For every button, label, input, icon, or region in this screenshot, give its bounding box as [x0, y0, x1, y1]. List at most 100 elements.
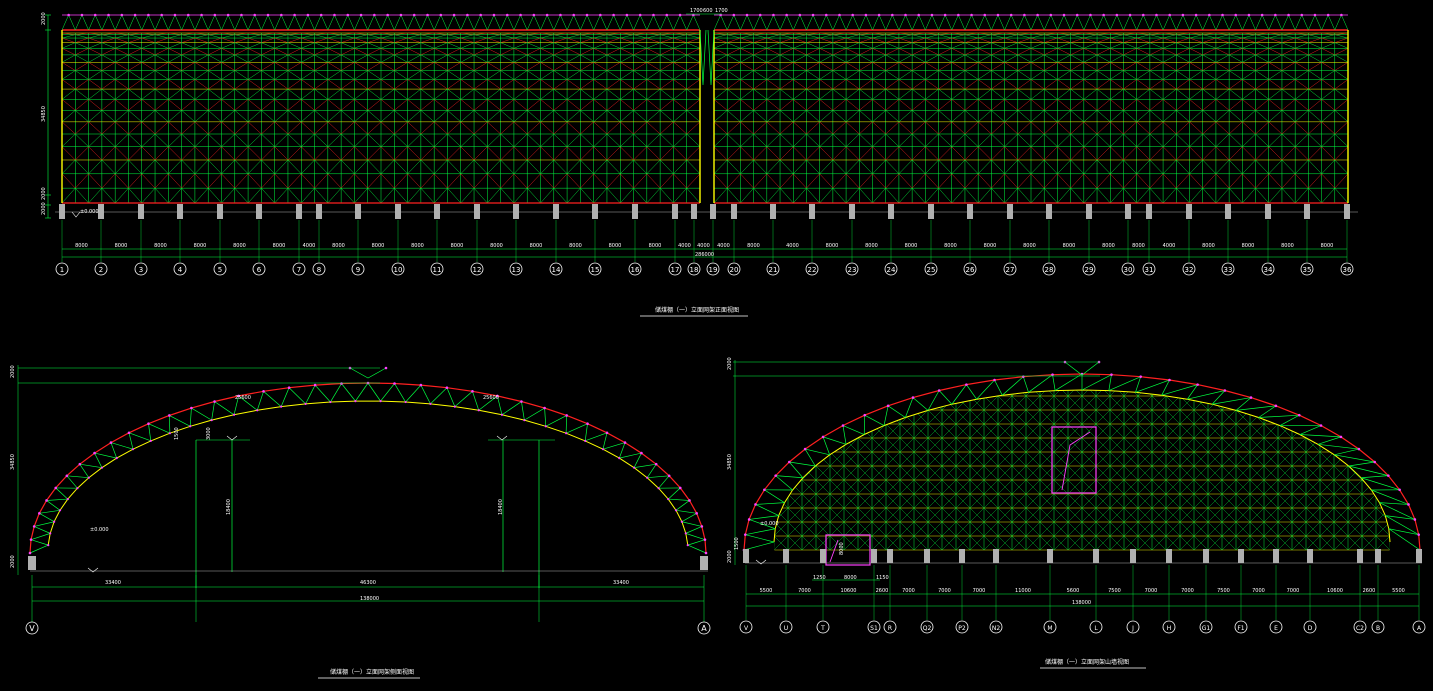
section-web-member	[618, 442, 626, 459]
elev-diagonal	[740, 34, 754, 39]
gable-bay-dim-label: 10600	[841, 588, 857, 594]
elev-diagonal	[1242, 146, 1256, 161]
elev-diagonal	[1176, 133, 1190, 147]
elev-top-web	[793, 14, 801, 31]
gable-grid-diagonal	[1333, 409, 1349, 425]
elev-diagonal	[1096, 121, 1111, 135]
elev-diagonal	[447, 70, 461, 80]
elev-diagonal	[1030, 62, 1045, 71]
elev-diagonal	[1136, 133, 1151, 147]
elev-diagonal	[1176, 32, 1190, 35]
elev-diagonal	[713, 159, 728, 174]
elev-diagonal	[819, 79, 834, 90]
elev-diagonal	[566, 121, 581, 135]
elev-diagonal	[779, 79, 794, 90]
elev-diagonal	[740, 32, 754, 35]
elev-diagonal	[261, 133, 275, 147]
elev-diagonal	[513, 42, 528, 49]
elev-diagonal	[580, 54, 594, 63]
gable-grid-diagonal	[801, 409, 817, 425]
elev-top-web	[493, 14, 501, 31]
section-web-member	[545, 415, 567, 427]
section-level-label: ±0.000	[90, 527, 109, 533]
elev-diagonal	[1308, 159, 1322, 174]
elev-diagonal	[287, 110, 302, 123]
gable-support-pad	[783, 549, 789, 563]
elev-diagonal	[513, 110, 528, 123]
elev-top-web	[931, 14, 939, 31]
elev-bay-dim-label: 4000	[303, 243, 316, 249]
elev-diagonal	[101, 110, 116, 123]
elev-diagonal	[686, 110, 701, 123]
gable-axis-label: Q2	[923, 625, 932, 632]
elev-diagonal	[819, 37, 833, 43]
elev-diagonal	[407, 48, 421, 56]
elev-diagonal	[367, 34, 382, 39]
elev-diagonal	[61, 48, 76, 56]
elev-diagonal	[566, 187, 581, 204]
gable-grid-diagonal	[787, 390, 803, 397]
elev-bay-dim-label: 8000	[1281, 243, 1294, 249]
elev-diagonal	[1017, 48, 1032, 56]
elev-diagonal	[513, 99, 528, 111]
elev-diagonal	[115, 62, 129, 71]
elev-diagonal	[766, 187, 781, 204]
elev-axis-label: 28	[1045, 266, 1054, 274]
elev-diagonal	[1189, 34, 1203, 39]
gable-grid-diagonal	[1375, 479, 1390, 495]
elev-diagonal	[61, 79, 76, 90]
elev-diagonal	[859, 42, 873, 49]
gable-grid-diagonal	[774, 451, 789, 467]
elev-diagonal	[274, 173, 289, 189]
elev-top-web	[1129, 14, 1137, 31]
elev-diagonal	[407, 70, 422, 80]
elev-top-web	[878, 14, 886, 31]
elev-diagonal	[911, 110, 926, 123]
elev-diagonal	[301, 42, 315, 49]
elev-diagonal	[234, 32, 249, 35]
elev-diagonal	[327, 88, 342, 100]
elev-diagonal	[753, 173, 767, 189]
elev-diagonal	[314, 88, 328, 100]
elev-top-web	[81, 14, 89, 31]
section-node	[500, 413, 504, 416]
gable-grid-diagonal	[1291, 423, 1307, 439]
gable-grid-diagonal	[1375, 409, 1390, 425]
elev-diagonal	[314, 54, 328, 63]
elev-diagonal	[181, 32, 195, 35]
section-axis-right: A	[697, 621, 711, 635]
gable-web-member	[755, 504, 779, 516]
elev-diagonal	[367, 32, 382, 35]
elev-diagonal	[766, 159, 781, 174]
gable-grid-diagonal	[1165, 390, 1181, 397]
elev-diagonal	[354, 121, 368, 135]
elev-diagonal	[1004, 70, 1018, 80]
elev-diagonal	[154, 99, 169, 111]
elev-diagonal	[911, 173, 926, 189]
elev-diagonal	[1096, 88, 1111, 100]
elev-diagonal	[128, 34, 142, 39]
elev-diagonal	[181, 146, 196, 161]
elev-diagonal	[713, 37, 728, 43]
elev-diagonal	[513, 70, 528, 80]
elev-diagonal	[580, 146, 594, 161]
elev-top-web	[287, 14, 295, 31]
section-node	[586, 422, 589, 426]
elev-diagonal	[1057, 48, 1071, 56]
elev-diagonal	[978, 54, 992, 63]
section-node	[704, 551, 708, 555]
elev-diagonal	[553, 187, 568, 204]
elev-diagonal	[101, 54, 116, 63]
elev-diagonal	[978, 62, 992, 71]
elev-bay-dim-label: 8000	[747, 243, 760, 249]
gable-grid-diagonal	[815, 390, 831, 397]
elev-top-web	[1090, 14, 1098, 31]
elev-diagonal	[1308, 34, 1322, 39]
elev-diagonal	[951, 146, 966, 161]
elev-diagonal	[1268, 159, 1283, 174]
elev-diagonal	[1268, 62, 1283, 71]
elev-diagonal	[274, 187, 289, 204]
elev-joint-web	[699, 29, 707, 86]
elev-diagonal	[1123, 34, 1137, 39]
elev-diagonal	[341, 32, 355, 35]
